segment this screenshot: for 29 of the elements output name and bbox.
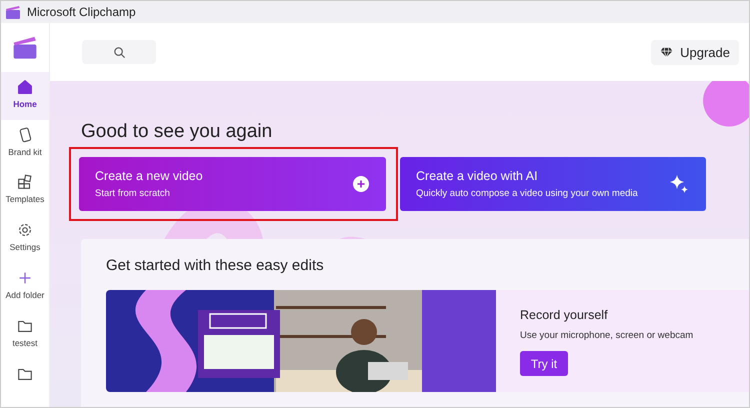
- section-heading: Get started with these easy edits: [106, 257, 325, 274]
- card-description: Use your microphone, screen or webcam: [520, 330, 694, 341]
- sidebar-item[interactable]: Templates: [1, 167, 49, 216]
- sidebar-item[interactable]: Settings: [1, 215, 49, 264]
- card-title: Create a video with AI: [416, 169, 539, 183]
- templates-icon: [16, 173, 34, 192]
- window-title: Microsoft Clipchamp: [27, 5, 136, 19]
- try-it-button[interactable]: Try it: [520, 351, 568, 376]
- card-subtitle: Quickly auto compose a video using your own media: [416, 188, 638, 199]
- app-logo-icon[interactable]: [12, 35, 38, 60]
- sidebar-item[interactable]: Add folder: [1, 263, 49, 312]
- sparkle-icon: [669, 174, 689, 194]
- create-card[interactable]: Create a video with AI Quickly auto compose a video using your own media: [400, 157, 706, 211]
- card-subtitle: Start from scratch: [95, 188, 171, 199]
- greeting-heading: Good to see you again: [81, 121, 274, 143]
- sidebar-item[interactable]: Home: [1, 72, 49, 120]
- feature-card[interactable]: Record yourself Use your microphone, screen or webcam Try it: [106, 290, 749, 392]
- upgrade-button[interactable]: Upgrade: [651, 40, 739, 64]
- search-icon: [112, 46, 126, 58]
- create-card[interactable]: Create a new video Start from scratch: [79, 157, 386, 211]
- plus-circle-icon: [353, 176, 369, 192]
- diamond-icon: [660, 46, 674, 58]
- home-icon: [16, 78, 34, 96]
- card-title: Create a new video: [95, 169, 203, 183]
- card-title: Record yourself: [520, 308, 609, 322]
- sidebar-item[interactable]: testest: [1, 311, 49, 360]
- sidebar-item[interactable]: Brand kit: [1, 120, 49, 168]
- app-logo-icon: [5, 5, 21, 19]
- search-field[interactable]: [82, 40, 156, 64]
